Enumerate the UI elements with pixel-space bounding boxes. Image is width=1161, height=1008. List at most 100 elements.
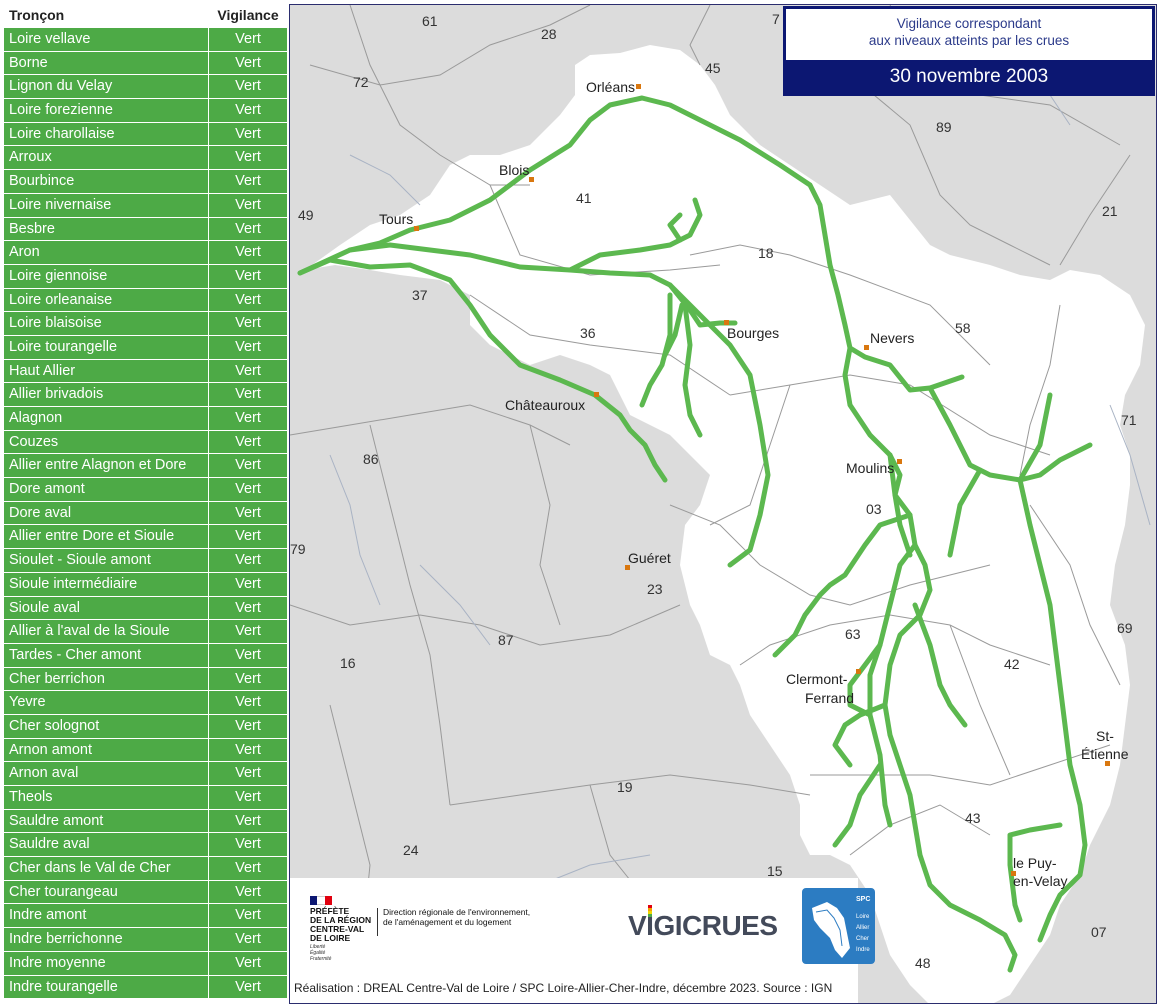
- city-marker-clermont: [856, 669, 861, 674]
- dept-71: 71: [1121, 412, 1137, 428]
- prefet-line4: DE LOIRE: [310, 933, 351, 943]
- city-st-etienne-line1: St-: [1096, 728, 1114, 744]
- vigilance-level: Vert: [209, 786, 287, 810]
- troncon-name: Tardes - Cher amont: [4, 643, 209, 668]
- troncon-name: Alagnon: [4, 407, 209, 431]
- troncon-name: Theols: [4, 786, 209, 810]
- table-row: Loire nivernaise Vert: [4, 193, 288, 218]
- table-row: Sioule intermédiaire Vert: [4, 572, 288, 597]
- troncon-name: Cher tourangeau: [4, 880, 209, 905]
- city-orleans: Orléans: [586, 79, 636, 95]
- troncon-name: Couzes: [4, 430, 209, 455]
- spc-loire: Loire: [856, 914, 870, 920]
- city-marker-moulins: [897, 459, 902, 464]
- vigicrues-mark-icon: [648, 905, 652, 917]
- table-row: Bourbince Vert: [4, 170, 288, 194]
- vigilance-level: Vert: [209, 170, 287, 194]
- dept-03: 03: [866, 501, 882, 517]
- header-vigilance: Vigilance: [209, 4, 287, 28]
- table-row: Cher solognot Vert: [4, 714, 288, 739]
- city-marker-nevers: [864, 345, 869, 350]
- troncon-name: Arroux: [4, 146, 209, 171]
- table-row: Indre amont Vert: [4, 904, 288, 929]
- troncon-name: Sioule intermédiaire: [4, 572, 209, 597]
- table-header: Tronçon Vigilance: [4, 4, 288, 28]
- troncon-name: Allier brivadois: [4, 383, 209, 407]
- table-row: Arroux Vert: [4, 146, 288, 171]
- troncon-name: Dore amont: [4, 478, 209, 502]
- troncon-name: Allier entre Alagnon et Dore: [4, 454, 209, 479]
- city-clermont-line2: Ferrand: [805, 690, 855, 706]
- dept-18: 18: [758, 245, 774, 261]
- credits: Réalisation : DREAL Centre-Val de Loire …: [294, 981, 833, 995]
- vigilance-level: Vert: [209, 667, 287, 692]
- dept-23: 23: [647, 581, 663, 597]
- city-bourges: Bourges: [727, 325, 780, 341]
- city-chateauroux: Châteauroux: [505, 397, 586, 413]
- dept-63: 63: [845, 626, 861, 642]
- troncon-name: Loire charollaise: [4, 122, 209, 147]
- troncon-name: Allier entre Dore et Sioule: [4, 525, 209, 550]
- table-row: Loire giennoise Vert: [4, 264, 288, 289]
- troncon-name: Arnon aval: [4, 762, 209, 786]
- city-marker-blois: [529, 177, 534, 182]
- vigilance-level: Vert: [209, 430, 287, 455]
- spc-indre: Indre: [856, 947, 870, 953]
- map[interactable]: 61 28 7 45 72 89 49 41 21 18 37 36 58 71…: [289, 4, 1157, 1004]
- vigilance-level: Vert: [209, 643, 287, 668]
- dept-43: 43: [965, 810, 981, 826]
- vigilance-level: Vert: [209, 501, 287, 526]
- city-blois: Blois: [499, 162, 530, 178]
- footer: PRÉFÈTE DE LA RÉGION CENTRE-VAL DE LOIRE…: [290, 878, 875, 1003]
- dreal-line2: de l'aménagement et du logement: [383, 917, 512, 927]
- vigilance-level: Vert: [209, 596, 287, 621]
- dept-07: 07: [1091, 924, 1107, 940]
- vigilance-level: Vert: [209, 620, 287, 644]
- table-row: Borne Vert: [4, 51, 288, 76]
- city-tours: Tours: [379, 211, 414, 227]
- table-row: Theols Vert: [4, 786, 288, 810]
- dept-89: 89: [936, 119, 952, 135]
- troncon-name: Cher berrichon: [4, 667, 209, 692]
- troncon-name: Indre amont: [4, 904, 209, 929]
- table-row: Indre tourangelle Vert: [4, 975, 288, 1000]
- troncon-name: Bourbince: [4, 170, 209, 194]
- vigilance-level: Vert: [209, 122, 287, 147]
- city-nevers: Nevers: [870, 330, 915, 346]
- table-row: Loire forezienne Vert: [4, 99, 288, 123]
- table-row: Loire vellave Vert: [4, 28, 288, 52]
- vigilance-level: Vert: [209, 217, 287, 242]
- vigilance-level: Vert: [209, 383, 287, 407]
- vigilance-level: Vert: [209, 99, 287, 123]
- table-row: Allier entre Alagnon et Dore Vert: [4, 454, 288, 479]
- table-row: Sioulet - Sioule amont Vert: [4, 549, 288, 573]
- table-row: Besbre Vert: [4, 217, 288, 242]
- table-row: Indre berrichonne Vert: [4, 928, 288, 952]
- vigilance-level: Vert: [209, 549, 287, 573]
- city-le-puy-line2: en-Velay: [1013, 873, 1068, 889]
- dept-69: 69: [1117, 620, 1133, 636]
- troncon-name: Borne: [4, 51, 209, 76]
- title-text: Vigilance correspondant aux niveaux atte…: [786, 15, 1152, 49]
- troncon-name: Dore aval: [4, 501, 209, 526]
- vigilance-level: Vert: [209, 28, 287, 52]
- table-row: Sauldre aval Vert: [4, 833, 288, 858]
- dept-49: 49: [298, 207, 314, 223]
- footer-divider: [377, 908, 378, 936]
- table-row: Yevre Vert: [4, 691, 288, 715]
- troncon-name: Loire orleanaise: [4, 288, 209, 313]
- vigilance-level: Vert: [209, 478, 287, 502]
- vigilance-table: Tronçon Vigilance Loire vellave Vert Borne…: [4, 4, 288, 1000]
- vigilance-level: Vert: [209, 880, 287, 905]
- city-marker-orleans: [636, 84, 641, 89]
- vigilance-level: Vert: [209, 312, 287, 336]
- table-row: Allier entre Dore et Sioule Vert: [4, 525, 288, 550]
- vigilance-level: Vert: [209, 264, 287, 289]
- table-row: Lignon du Velay Vert: [4, 75, 288, 100]
- dreal-block: Direction régionale de l'environnement, …: [383, 907, 530, 927]
- vigilance-level: Vert: [209, 904, 287, 929]
- table-row: Arnon amont Vert: [4, 738, 288, 763]
- spc-title: SPC: [856, 896, 871, 903]
- table-row: Arnon aval Vert: [4, 762, 288, 786]
- vigilance-level: Vert: [209, 714, 287, 739]
